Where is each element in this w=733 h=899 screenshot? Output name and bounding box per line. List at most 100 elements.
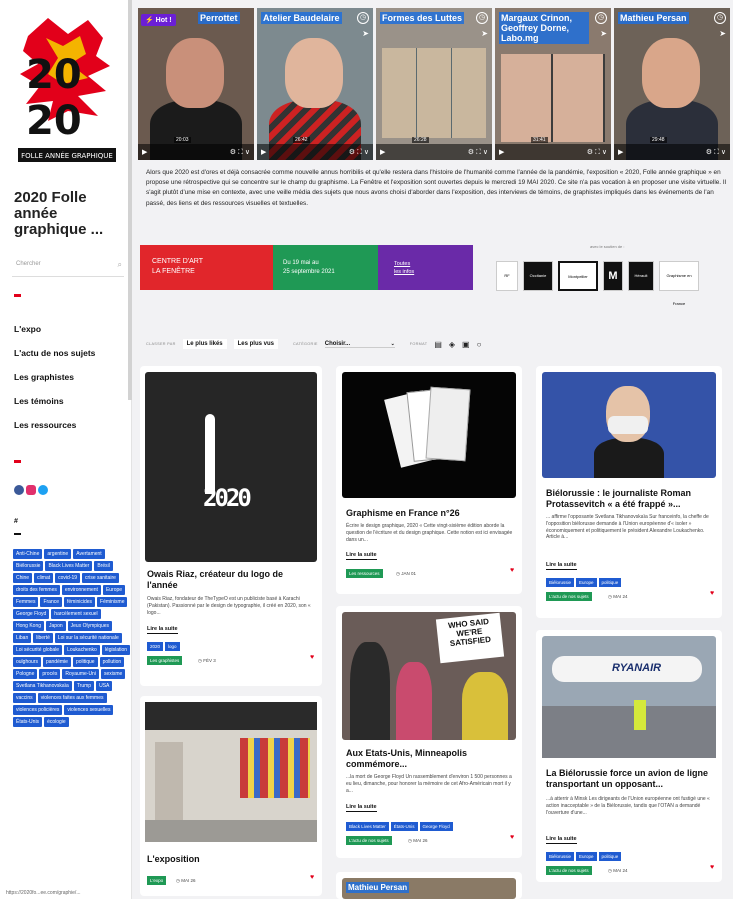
tag-link[interactable]: Black Lives Matter bbox=[45, 561, 93, 571]
settings-icon[interactable]: ⚙ ⛶ ∨ bbox=[468, 148, 488, 157]
tag-link[interactable]: États-Unis bbox=[13, 717, 43, 727]
article-card[interactable]: Graphisme en France n°26 Écrire le desig… bbox=[336, 366, 522, 594]
settings-icon[interactable]: ⚙ ⛶ ∨ bbox=[587, 148, 607, 157]
article-card[interactable]: 2020 Owais Riaz, créateur du logo de l'a… bbox=[140, 366, 322, 686]
tag-link[interactable]: covid-19 bbox=[55, 573, 81, 583]
tag-link[interactable]: Liban bbox=[13, 633, 32, 643]
read-more-link[interactable]: Lire la suite bbox=[546, 836, 577, 844]
tag-link[interactable]: droits des femmes bbox=[13, 585, 60, 595]
tag-link[interactable]: argentine bbox=[44, 549, 72, 559]
card-title[interactable]: La Biélorussie force un avion de ligne t… bbox=[546, 768, 714, 789]
play-icon[interactable]: ▶ bbox=[142, 148, 147, 156]
card-title[interactable]: Aux Etats-Unis, Minneapolis commémore... bbox=[346, 748, 514, 769]
heart-icon[interactable]: ♥ bbox=[310, 874, 314, 881]
video-tile[interactable]: Margaux Crinon, Geoffrey Dorne, Labo.mg … bbox=[495, 8, 611, 160]
play-icon[interactable]: ▶ bbox=[618, 148, 623, 156]
video-format-icon[interactable]: ▣ bbox=[462, 340, 470, 349]
facebook-icon[interactable] bbox=[14, 485, 24, 495]
play-icon[interactable]: ▶ bbox=[499, 148, 504, 156]
play-icon[interactable]: ▶ bbox=[380, 148, 385, 156]
tag-link[interactable]: USA bbox=[96, 681, 113, 691]
tag[interactable]: Biélorussie bbox=[546, 852, 575, 861]
tag-link[interactable]: climat bbox=[34, 573, 54, 583]
tag-link[interactable]: Loi sécurité globale bbox=[13, 645, 63, 655]
sort-most-viewed-button[interactable]: Les plus vus bbox=[233, 339, 278, 349]
tag-link[interactable]: environnement bbox=[61, 585, 101, 595]
tag-link[interactable]: harcèlement sexuel bbox=[51, 609, 101, 619]
category-badge[interactable]: L'actu de nos sujets bbox=[546, 592, 592, 601]
heart-icon[interactable]: ♥ bbox=[710, 590, 714, 597]
article-card[interactable]: Biélorussie : le journaliste Roman Prota… bbox=[536, 366, 722, 618]
video-controls[interactable]: ▶ ⚙ ⛶ ∨ bbox=[495, 144, 611, 160]
search-icon[interactable]: ⌕ bbox=[118, 260, 122, 270]
tag-link[interactable]: pandémie bbox=[42, 657, 71, 667]
category-badge[interactable]: L'expo bbox=[147, 876, 167, 885]
tag-link[interactable]: Europe bbox=[102, 585, 126, 595]
category-select[interactable]: Choisir... ⌄ bbox=[324, 341, 395, 348]
watch-later-icon[interactable]: ◷ bbox=[357, 12, 369, 24]
tag-link[interactable]: politique bbox=[72, 657, 98, 667]
share-icon[interactable]: ➤ bbox=[481, 29, 488, 38]
watch-later-icon[interactable]: ◷ bbox=[714, 12, 726, 24]
tag-link[interactable]: Loi sur la sécurité nationale bbox=[54, 633, 122, 643]
tag[interactable]: logo bbox=[165, 642, 180, 651]
tag-link[interactable]: oulghours bbox=[13, 657, 41, 667]
card-title[interactable]: Biélorussie : le journaliste Roman Prota… bbox=[546, 488, 714, 509]
nav-item-temoins[interactable]: Les témoins bbox=[14, 394, 130, 418]
video-controls[interactable]: ▶ ⚙ ⛶ ∨ bbox=[257, 144, 373, 160]
layers-format-icon[interactable]: ◈ bbox=[449, 340, 455, 349]
site-logo[interactable]: 20 20 FOLLE ANNÉE GRAPHIQUE bbox=[18, 16, 116, 166]
card-title[interactable]: Owais Riaz, créateur du logo de l'année bbox=[147, 569, 315, 590]
tag-link[interactable]: Loukachenko bbox=[64, 645, 100, 655]
nav-item-graphistes[interactable]: Les graphistes bbox=[14, 370, 130, 394]
tag-link[interactable]: Chine bbox=[13, 573, 33, 583]
tag-link[interactable]: Trump bbox=[73, 681, 95, 691]
heart-icon[interactable]: ♥ bbox=[510, 567, 514, 574]
partner-logo[interactable]: Occitanie bbox=[523, 261, 553, 291]
tag-link[interactable]: Hong Kong bbox=[13, 621, 45, 631]
heart-icon[interactable]: ♥ bbox=[510, 834, 514, 841]
tag-link[interactable]: procès bbox=[39, 669, 61, 679]
tag-link[interactable]: Pologne bbox=[13, 669, 38, 679]
nav-item-actu[interactable]: L'actu de nos sujets bbox=[14, 346, 130, 370]
card-title[interactable]: Mathieu Persan bbox=[346, 882, 410, 893]
tag-link[interactable]: crise sanitaire bbox=[82, 573, 119, 583]
video-tile[interactable]: Atelier Baudelaire ◷ ➤ 26:42 ▶ ⚙ ⛶ ∨ bbox=[257, 8, 373, 160]
share-icon[interactable]: ➤ bbox=[719, 29, 726, 38]
read-more-link[interactable]: Lire la suite bbox=[346, 804, 377, 812]
video-controls[interactable]: ▶ ⚙ ⛶ ∨ bbox=[376, 144, 492, 160]
read-more-link[interactable]: Lire la suite bbox=[546, 562, 577, 570]
nav-item-ressources[interactable]: Les ressources bbox=[14, 418, 130, 442]
tag[interactable]: Biélorussie bbox=[546, 578, 575, 587]
info-link[interactable]: Toutes les infos bbox=[378, 245, 473, 290]
card-title[interactable]: Graphisme en France n°26 bbox=[346, 508, 514, 519]
venue-block[interactable]: CENTRE D'ART LA FENÊTRE bbox=[140, 245, 273, 290]
card-title[interactable]: L'exposition bbox=[147, 854, 315, 865]
tag-link[interactable]: violences faites aux femmes bbox=[37, 693, 107, 703]
share-icon[interactable]: ➤ bbox=[600, 29, 607, 38]
tag-link[interactable]: Brésil bbox=[94, 561, 113, 571]
article-card[interactable]: WHO SAID WE'RE SATISFIED Aux Etats-Unis,… bbox=[336, 606, 522, 858]
partner-logo[interactable]: Hérault bbox=[628, 261, 654, 291]
tag[interactable]: politique bbox=[598, 852, 622, 861]
tag-link[interactable]: vaccins bbox=[13, 693, 36, 703]
tag-link[interactable]: Féminisme bbox=[97, 597, 128, 607]
article-card[interactable]: L'exposition L'expo ◷ MAI 26 ♥ bbox=[140, 696, 322, 896]
document-format-icon[interactable]: ▤ bbox=[434, 340, 442, 349]
tag-link[interactable]: sexisme bbox=[100, 669, 126, 679]
play-icon[interactable]: ▶ bbox=[261, 148, 266, 156]
tag-link[interactable]: violences sexuelles bbox=[64, 705, 114, 715]
tag[interactable]: Black Lives Matter bbox=[346, 822, 389, 831]
heart-icon[interactable]: ♥ bbox=[710, 864, 714, 871]
tag-link[interactable]: Anti-Chine bbox=[13, 549, 43, 559]
article-card[interactable]: Mathieu Persan bbox=[336, 872, 522, 899]
partner-logo[interactable]: RF bbox=[496, 261, 518, 291]
tag[interactable]: Europe bbox=[576, 852, 597, 861]
partner-logo[interactable]: Graphisme en France bbox=[659, 261, 699, 306]
sidebar-scrollbar[interactable] bbox=[128, 0, 132, 400]
tag-link[interactable]: Jeux Olympiques bbox=[67, 621, 113, 631]
twitter-icon[interactable] bbox=[38, 485, 48, 495]
tag-link[interactable]: Royaume-Uni bbox=[62, 669, 99, 679]
video-tile[interactable]: Mathieu Persan ◷ ➤ 29:48 ▶ ⚙ ⛶ ∨ bbox=[614, 8, 730, 160]
category-badge[interactable]: Les ressources bbox=[346, 569, 383, 578]
